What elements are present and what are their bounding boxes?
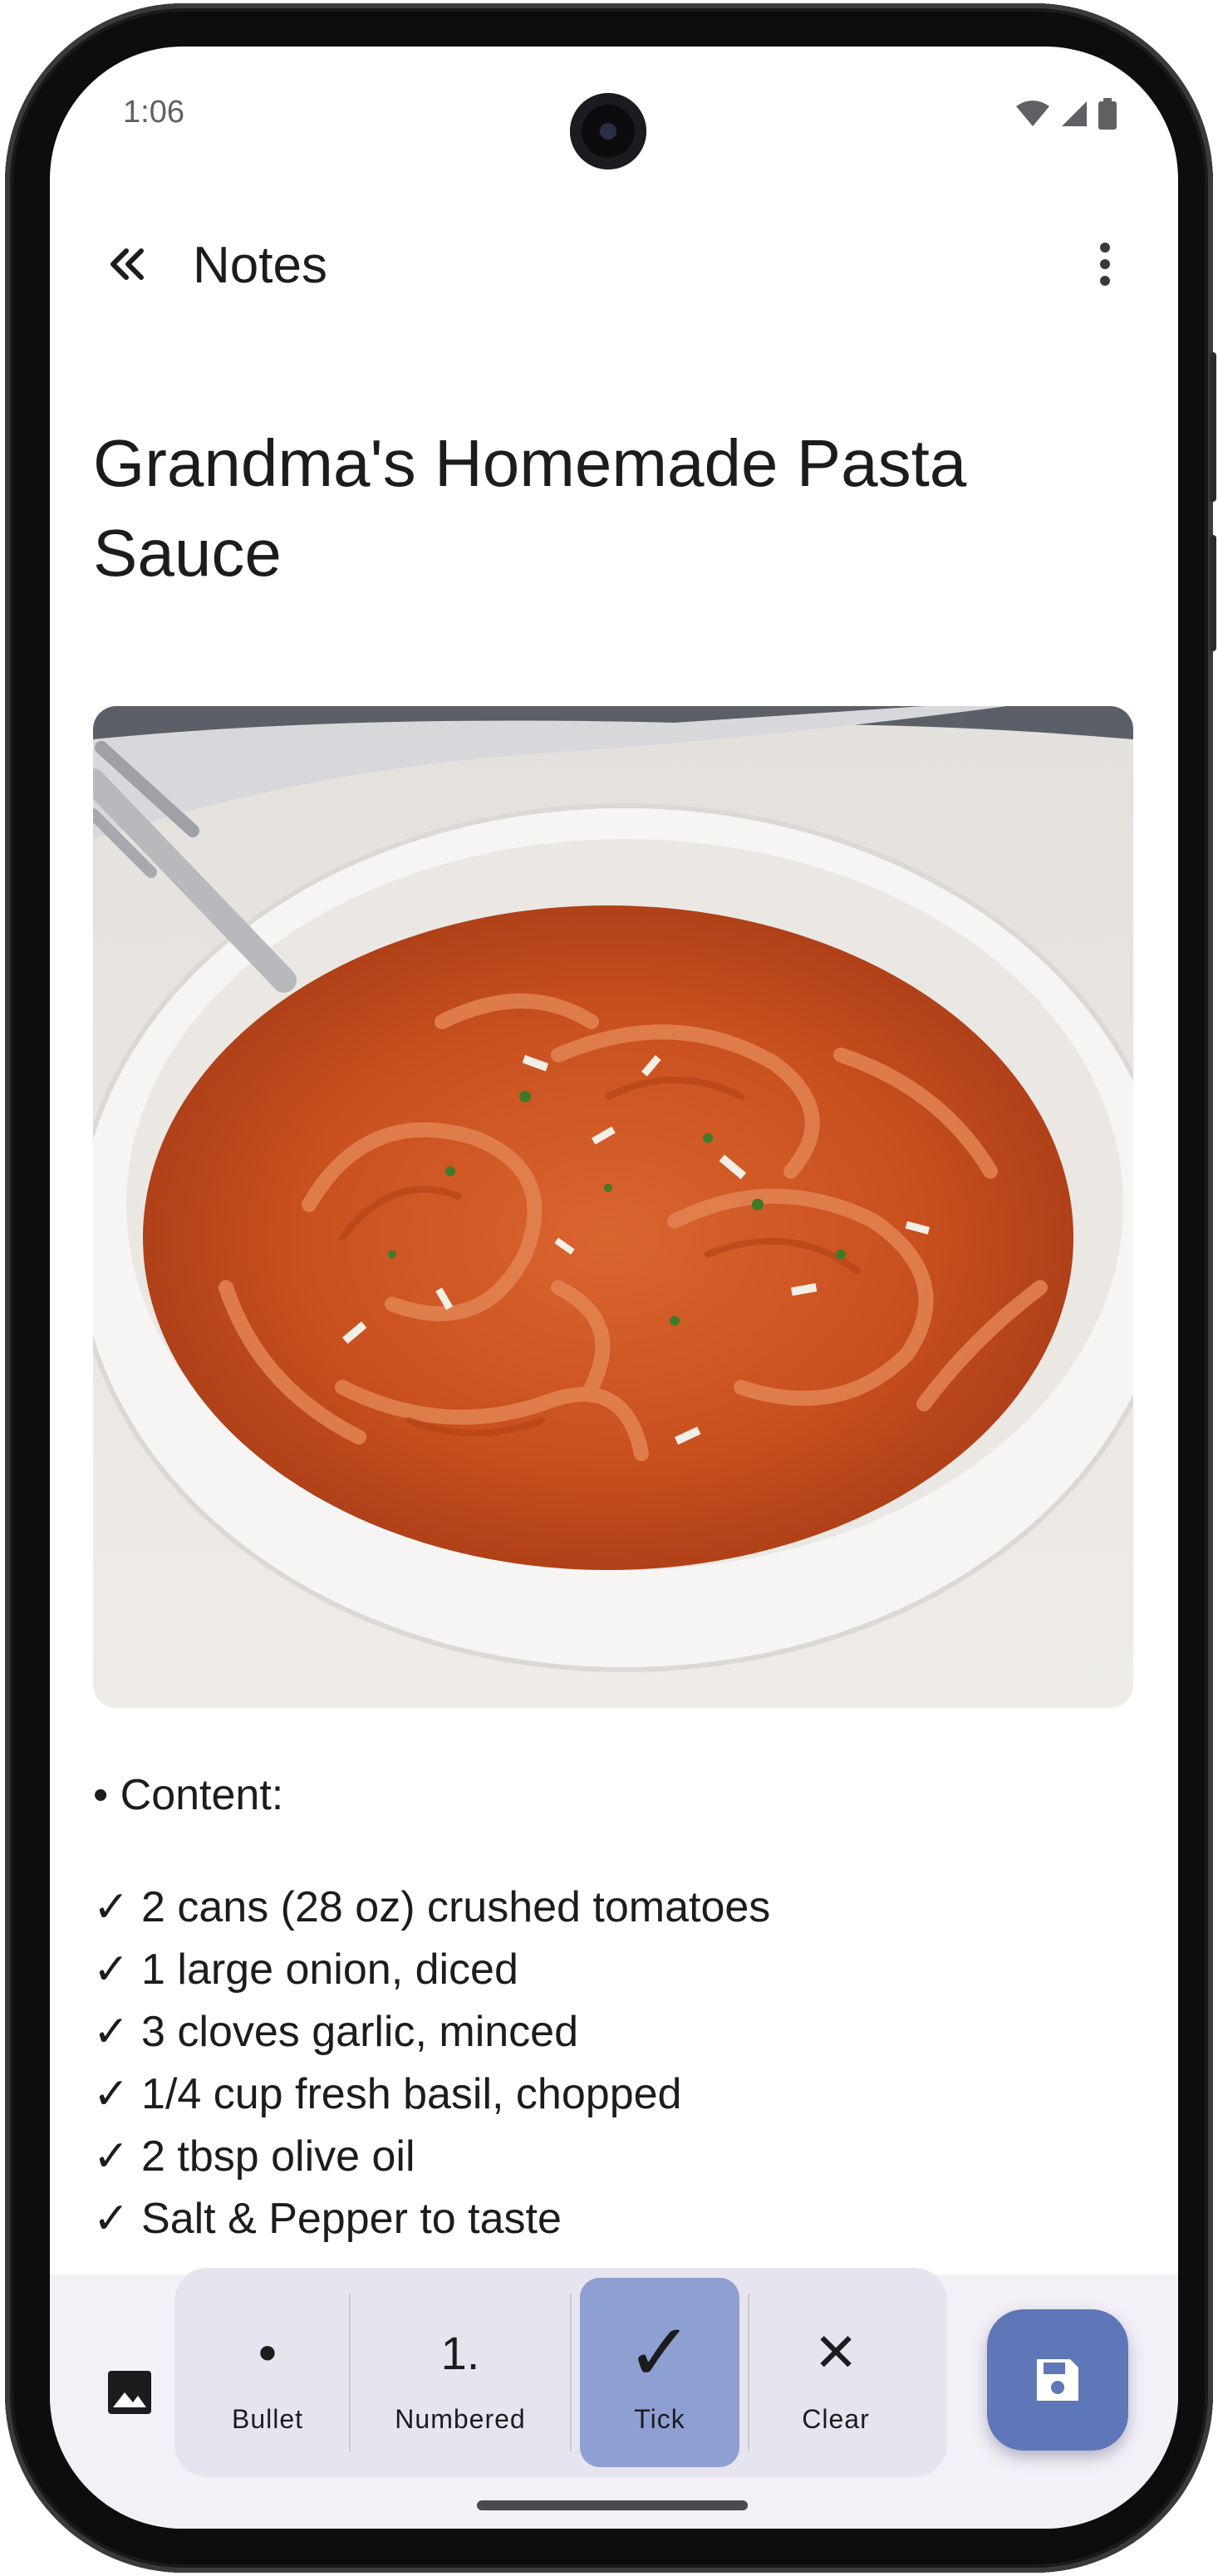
divider [570,2294,572,2451]
list-item: ✓ 2 cans (28 oz) crushed tomatoes [93,1883,771,1931]
phone-frame: 1:06 Notes Grandma's Homemade Pasta Sauc… [5,3,1216,2573]
note-content[interactable]: • Content: ✓ 2 cans (28 oz) crushed toma… [93,1764,1140,2250]
tick-button[interactable]: ✓ Tick [580,2278,739,2467]
volume-button [1210,352,1216,502]
wifi-icon [1016,101,1049,126]
clear-label: Clear [802,2404,870,2434]
front-camera [570,93,646,169]
double-chevron-left-icon [111,248,144,280]
status-time: 1:06 [123,95,184,130]
bullet-icon: • [258,2323,277,2382]
floppy-disk-icon [1037,2359,1078,2401]
more-vertical-icon [1100,243,1110,286]
status-icons [1015,98,1117,130]
bottom-toolbar: • Bullet 1. Numbered ✓ Tick ✕ Clear [50,2268,1178,2529]
clear-button[interactable]: ✕ Clear [749,2278,922,2467]
save-button[interactable] [987,2309,1128,2451]
tick-icon: ✓ [626,2309,694,2397]
power-button [1210,535,1216,651]
format-button-group: • Bullet 1. Numbered ✓ Tick ✕ Clear [174,2268,947,2477]
note-image[interactable] [93,706,1133,1708]
list-item: ✓ 2 tbsp olive oil [93,2132,415,2181]
home-indicator[interactable] [477,2500,748,2510]
battery-icon [1098,98,1117,130]
list-item: ✓ 1 large onion, diced [93,1945,518,1994]
cellular-signal-icon [1062,101,1087,126]
note-title[interactable]: Grandma's Homemade Pasta Sauce [93,419,1107,598]
more-options-button[interactable] [1070,229,1140,299]
list-item: ✓ 3 cloves garlic, minced [93,2008,579,2056]
screen: 1:06 Notes Grandma's Homemade Pasta Sauc… [50,47,1178,2529]
numbered-button[interactable]: 1. Numbered [351,2278,570,2467]
list-item: ✓ 1/4 cup fresh basil, chopped [93,2070,682,2118]
list-item: ✓ Salt & Pepper to taste [93,2195,562,2243]
bullet-button[interactable]: • Bullet [186,2278,349,2467]
bullet-label: Bullet [231,2404,304,2434]
clear-icon: ✕ [813,2322,858,2382]
back-button[interactable] [91,229,161,299]
numbered-icon: 1. [440,2326,480,2379]
content-header: • Content: [93,1771,284,1819]
insert-image-button[interactable] [88,2351,171,2434]
pasta-bowl-photo [93,706,1133,1708]
image-icon [108,2371,151,2414]
numbered-label: Numbered [395,2404,526,2434]
app-title: Notes [193,237,327,294]
tick-label: Tick [634,2404,685,2434]
